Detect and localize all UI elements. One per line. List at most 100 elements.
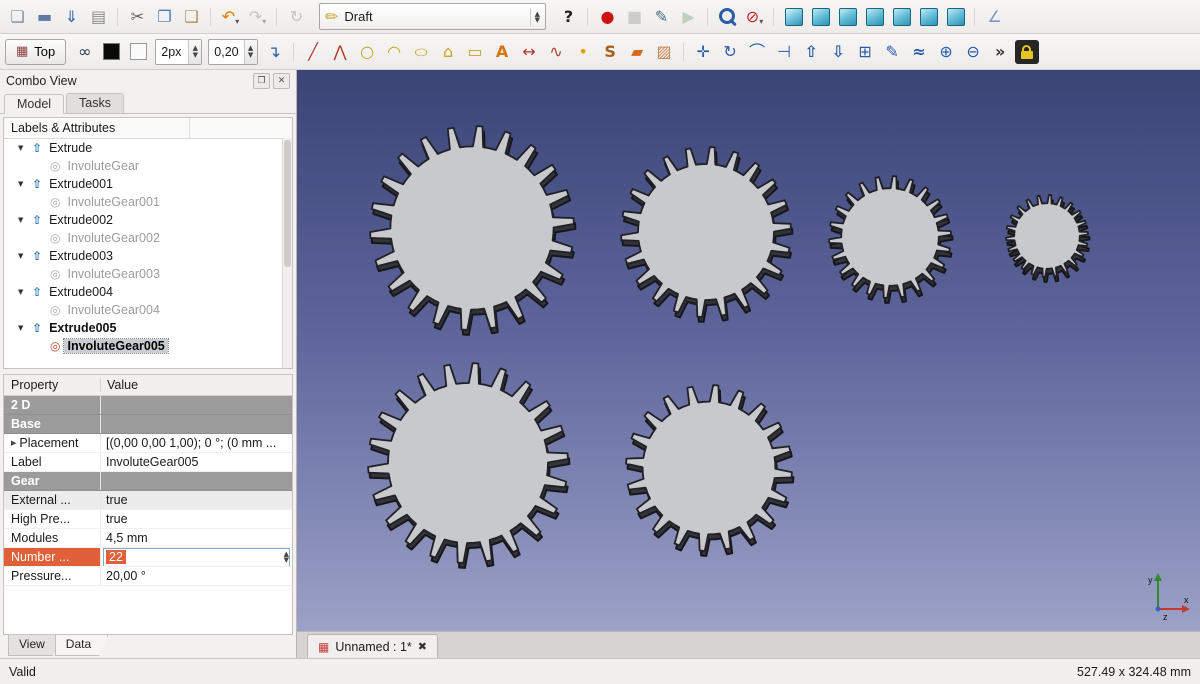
- tree-item-involutegear001[interactable]: ◎InvoluteGear001: [4, 193, 292, 211]
- expander-icon[interactable]: ▼: [18, 144, 28, 152]
- draft-arc-icon[interactable]: ◠: [382, 39, 407, 64]
- left-view-icon[interactable]: [943, 4, 968, 29]
- draft-bspline-icon[interactable]: ∿: [544, 39, 569, 64]
- panel-close-icon[interactable]: ✕: [273, 73, 290, 89]
- front-view-icon[interactable]: [808, 4, 833, 29]
- draft-shapestring-icon[interactable]: S: [598, 39, 623, 64]
- property-value-cell[interactable]: [(0,00 0,00 1,00); 0 °; (0 mm ...: [101, 434, 292, 452]
- property-row-pressure[interactable]: Pressure...20,00 °: [4, 567, 292, 586]
- draft-trimex-icon[interactable]: ⊣: [772, 39, 797, 64]
- measure-distance-icon[interactable]: ∠: [982, 4, 1007, 29]
- tree-item-involutegear004[interactable]: ◎InvoluteGear004: [4, 301, 292, 319]
- spinner-arrows[interactable]: ▲▼: [284, 549, 289, 566]
- zoom-fit-icon[interactable]: [715, 4, 740, 29]
- number-of-teeth-input[interactable]: 22▲▼: [103, 548, 290, 566]
- macro-edit-icon[interactable]: ✎: [649, 4, 674, 29]
- top-view-icon[interactable]: [835, 4, 860, 29]
- draw-style-icon[interactable]: ⊘▾: [742, 4, 767, 29]
- lock-toolbars-icon[interactable]: [1015, 40, 1039, 64]
- tree-item-involutegear002[interactable]: ◎InvoluteGear002: [4, 229, 292, 247]
- gear-3[interactable]: [829, 176, 951, 298]
- axonometric-view-icon[interactable]: [781, 4, 806, 29]
- workbench-selector-arrows[interactable]: ▲▼: [530, 8, 540, 26]
- draft-upgrade-icon[interactable]: ⇧: [799, 39, 824, 64]
- draft-rotate-icon[interactable]: ↻: [718, 39, 743, 64]
- draft-remove-point-icon[interactable]: ⊖: [961, 39, 986, 64]
- tree-item-extrude003[interactable]: ▼⇧Extrude003: [4, 247, 292, 265]
- rear-view-icon[interactable]: [889, 4, 914, 29]
- draft-text-icon[interactable]: A: [490, 39, 515, 64]
- property-value-cell[interactable]: InvoluteGear005: [101, 453, 292, 471]
- construction-mode-icon[interactable]: ∞: [72, 39, 97, 64]
- property-row-modules[interactable]: Modules4,5 mm: [4, 529, 292, 548]
- autogroup-icon[interactable]: ↴: [262, 39, 287, 64]
- expander-icon[interactable]: ▶: [11, 439, 16, 447]
- working-plane-button[interactable]: ▦ Top: [5, 39, 66, 65]
- gears-canvas[interactable]: [297, 70, 1199, 631]
- 3d-viewport[interactable]: y x z: [297, 70, 1200, 631]
- tree-item-extrude004[interactable]: ▼⇧Extrude004: [4, 283, 292, 301]
- draft-add-point-icon[interactable]: ⊕: [934, 39, 959, 64]
- tree-scrollbar-thumb[interactable]: [284, 140, 291, 267]
- draft-wire-to-bspline-icon[interactable]: ≈: [907, 39, 932, 64]
- tree-item-extrude[interactable]: ▼⇧Extrude: [4, 139, 292, 157]
- document-tab[interactable]: ▦ Unnamed : 1* ✖: [307, 634, 438, 658]
- tab-tasks[interactable]: Tasks: [66, 93, 124, 113]
- line-width-spinner-arrows[interactable]: ▲▼: [188, 40, 201, 64]
- tab-model[interactable]: Model: [4, 94, 64, 114]
- tree-item-involutegear005[interactable]: ◎InvoluteGear005: [4, 337, 292, 355]
- draft-rectangle-icon[interactable]: ▭: [463, 39, 488, 64]
- property-value-cell[interactable]: 20,00 °: [101, 567, 292, 585]
- print-icon[interactable]: ▤: [86, 4, 111, 29]
- property-row-high-pre[interactable]: High Pre...true: [4, 510, 292, 529]
- draft-hatch-icon[interactable]: ▨: [652, 39, 677, 64]
- scale-spinner-arrows[interactable]: ▲▼: [244, 40, 257, 64]
- gear-1[interactable]: [370, 126, 574, 330]
- whats-this-icon[interactable]: ?: [556, 4, 581, 29]
- tab-data[interactable]: Data: [55, 635, 108, 656]
- draft-array-icon[interactable]: ⊞: [853, 39, 878, 64]
- property-row-label[interactable]: LabelInvoluteGear005: [4, 453, 292, 472]
- draft-circle-icon[interactable]: ○: [355, 39, 380, 64]
- open-file-icon[interactable]: ▬: [32, 4, 57, 29]
- tab-view[interactable]: View: [8, 635, 62, 656]
- tree-item-involutegear[interactable]: ◎InvoluteGear: [4, 157, 292, 175]
- document-tab-close-icon[interactable]: ✖: [418, 640, 427, 653]
- expander-icon[interactable]: ▼: [18, 216, 28, 224]
- copy-icon[interactable]: ❐: [152, 4, 177, 29]
- gear-2[interactable]: [621, 147, 791, 317]
- property-value-cell[interactable]: 22▲▼: [101, 548, 292, 566]
- workbench-selector[interactable]: ✏ Draft ▲▼: [319, 3, 546, 30]
- save-icon[interactable]: ⇓: [59, 4, 84, 29]
- bottom-view-icon[interactable]: [916, 4, 941, 29]
- tree-item-extrude002[interactable]: ▼⇧Extrude002: [4, 211, 292, 229]
- face-color-swatch[interactable]: [126, 39, 151, 64]
- new-file-icon[interactable]: ❏: [5, 4, 30, 29]
- expander-icon[interactable]: ▼: [18, 252, 28, 260]
- draft-edit-icon[interactable]: ✎: [880, 39, 905, 64]
- expander-icon[interactable]: ▼: [18, 324, 28, 332]
- draft-dimension-icon[interactable]: ↔: [517, 39, 542, 64]
- expander-icon[interactable]: ▼: [18, 180, 28, 188]
- panel-float-icon[interactable]: ❐: [253, 73, 270, 89]
- draft-move-icon[interactable]: ✛: [691, 39, 716, 64]
- toolbar-overflow-button[interactable]: »: [988, 39, 1013, 64]
- tree-item-involutegear003[interactable]: ◎InvoluteGear003: [4, 265, 292, 283]
- tree-item-extrude005[interactable]: ▼⇧Extrude005: [4, 319, 292, 337]
- tree-scrollbar[interactable]: [282, 138, 292, 368]
- redo-icon[interactable]: ↷▾: [245, 4, 270, 29]
- draft-line-icon[interactable]: ╱: [301, 39, 326, 64]
- undo-icon[interactable]: ↶▾: [218, 4, 243, 29]
- gear-5[interactable]: [368, 363, 568, 563]
- draft-polygon-icon[interactable]: ⌂: [436, 39, 461, 64]
- property-value-cell[interactable]: true: [101, 491, 292, 509]
- macro-stop-icon[interactable]: ■: [622, 4, 647, 29]
- draft-downgrade-icon[interactable]: ⇩: [826, 39, 851, 64]
- property-value-cell[interactable]: 4,5 mm: [101, 529, 292, 547]
- line-width-spinner[interactable]: 2px ▲▼: [155, 39, 202, 65]
- refresh-icon[interactable]: ↻: [284, 4, 309, 29]
- scale-spinner[interactable]: 0,20 ▲▼: [208, 39, 257, 65]
- macro-record-icon[interactable]: ●: [595, 4, 620, 29]
- property-value-cell[interactable]: true: [101, 510, 292, 528]
- macro-play-icon[interactable]: ▶: [676, 4, 701, 29]
